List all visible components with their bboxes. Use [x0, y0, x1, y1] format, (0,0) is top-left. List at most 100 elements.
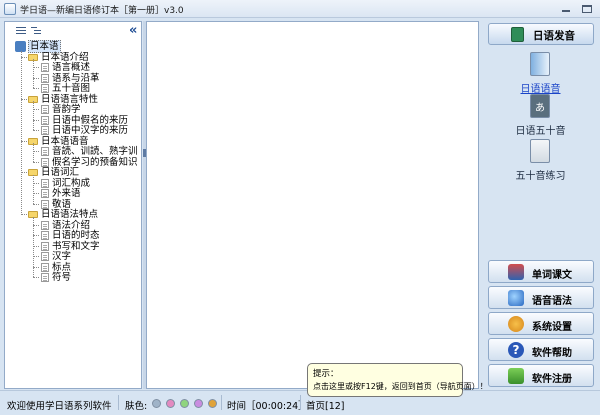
book-icon [511, 27, 524, 42]
system-settings-button[interactable]: 系统设置 [488, 312, 594, 335]
list-view-icon[interactable] [16, 26, 26, 35]
tree-item[interactable]: 日语的时态 [5, 230, 141, 241]
tree-connector [33, 101, 34, 130]
skin-color-swatch[interactable] [180, 399, 189, 408]
tree-item[interactable]: 敬语 [5, 199, 141, 210]
button-label: 语音语法 [532, 296, 572, 307]
tree-item-label: 日语中假名的来历 [52, 114, 129, 126]
document-icon [41, 157, 49, 167]
tree-item-label: 书写和文字 [52, 240, 100, 252]
tree-item[interactable]: 日语中假名的来历 [5, 115, 141, 126]
lesson-japanese-phonetics[interactable]: 日语语音 [485, 52, 596, 100]
tree-group[interactable]: 日语语法特点 [5, 209, 141, 220]
page-indicator[interactable]: 首页[12] [306, 398, 345, 412]
document-icon [41, 126, 49, 135]
tree-item[interactable]: 外来语 [5, 188, 141, 199]
app-icon [4, 3, 16, 15]
lesson-fifty-sounds-practice[interactable]: 五十音练习 [485, 139, 596, 187]
document-icon [41, 231, 49, 240]
tree-item-label: 日语的时态 [52, 230, 100, 241]
button-label: 单词课文 [532, 270, 572, 281]
software-register-button[interactable]: 软件注册 [488, 364, 594, 387]
title-bar: 学日语—新编日语修订本［第一册］v3.0 [0, 0, 600, 18]
document-icon [41, 220, 49, 230]
tree-connector [33, 216, 34, 277]
document-icon [41, 84, 49, 93]
checklist-icon [530, 139, 550, 163]
tree-connector [33, 88, 39, 89]
tree-item[interactable]: 书写和文字 [5, 241, 141, 252]
tree-connector [33, 59, 34, 88]
phonetics-grammar-button[interactable]: 语音语法 [488, 286, 594, 309]
tree-item[interactable]: 语系与沿革 [5, 73, 141, 84]
skin-color-swatch[interactable] [208, 399, 217, 408]
maximize-button[interactable] [577, 2, 597, 15]
pronunciation-section-header[interactable]: 日语发音 [488, 23, 594, 45]
tree-group-label: 日本语介绍 [41, 51, 89, 63]
tree-item-label: 语法介绍 [52, 219, 91, 231]
tree-group-label: 日语语法特点 [41, 209, 99, 220]
notebook-icon [530, 52, 550, 76]
tree-connector [33, 203, 39, 205]
document-icon [41, 147, 49, 156]
navigation-tree-panel: « 日本语 日本语介绍 语言概述 语系与沿革 五十音图 日语语言特性 音韵学 日语中假名的来历… [4, 21, 142, 389]
hint-body: 点击这里或按F12键，返回到首页（导航页面）！ [313, 382, 488, 391]
words-and-texts-button[interactable]: 单词课文 [488, 260, 594, 283]
tree-item-label: 外来语 [52, 188, 81, 199]
tree-group[interactable]: 日本语介绍 [5, 52, 141, 63]
skin-color-swatch[interactable] [166, 399, 175, 408]
document-icon [41, 199, 49, 209]
lesson-label: 五十音练习 [515, 171, 566, 182]
tree-group-label: 日语语言特性 [41, 93, 99, 105]
document-icon [41, 73, 49, 83]
collapse-panel-icon[interactable]: « [129, 23, 137, 38]
lesson-fifty-sounds[interactable]: 日语五十音 [485, 94, 596, 142]
function-panel: 日语发音 日语语音 日语五十音 五十音练习 单词课文 语音语法 系统设置 ? 软… [485, 21, 596, 389]
tree-item[interactable]: 假名学习的预备知识 [5, 157, 141, 168]
tree-group[interactable]: 日本语语音 [5, 136, 141, 147]
tree-group-label: 日语词汇 [41, 167, 80, 178]
tree-item-label: 标点 [52, 261, 72, 273]
document-icon [41, 273, 49, 282]
topic-tree: 日本语 日本语介绍 语言概述 语系与沿革 五十音图 日语语言特性 音韵学 日语中假名的来历 日语… [5, 40, 141, 386]
register-icon [508, 368, 524, 384]
tree-item[interactable]: 符号 [5, 272, 141, 283]
skin-color-label: 肤色: [125, 401, 148, 412]
tree-item-label: 词汇构成 [52, 177, 91, 189]
tree-item[interactable]: 音韵学 [5, 104, 141, 115]
software-help-button[interactable]: ? 软件帮助 [488, 338, 594, 361]
tree-item[interactable]: 五十音图 [5, 83, 141, 94]
tree-item[interactable]: 标点 [5, 262, 141, 273]
welcome-text: 欢迎使用学日语系列软件 [7, 401, 112, 412]
tree-root[interactable]: 日本语 [5, 40, 65, 53]
content-pane [146, 21, 479, 389]
tree-view-icon[interactable] [31, 26, 41, 35]
skin-color-swatch[interactable] [194, 399, 203, 408]
section-label: 日语发音 [533, 30, 575, 42]
minimize-button[interactable] [556, 2, 576, 15]
skin-color-swatch[interactable] [152, 399, 161, 408]
grammar-icon [508, 290, 524, 306]
tree-group[interactable]: 日语语言特性 [5, 94, 141, 105]
tree-item[interactable]: 语法介绍 [5, 220, 141, 231]
document-icon [41, 189, 49, 198]
tree-item[interactable]: 语言概述 [5, 62, 141, 73]
hint-title: 提示： [313, 369, 339, 379]
tree-item[interactable]: 音読、训読、熟字训 [5, 146, 141, 157]
tree-connector [33, 130, 39, 131]
button-label: 软件注册 [532, 374, 572, 385]
tree-item-label: 五十音图 [52, 83, 91, 94]
tree-group[interactable]: 日语词汇 [5, 167, 141, 178]
lesson-label: 日语语音 [520, 84, 561, 95]
tree-item[interactable]: 词汇构成 [5, 178, 141, 189]
tree-item[interactable]: 汉字 [5, 251, 141, 262]
tree-item-label: 语系与沿革 [52, 72, 100, 84]
tree-item[interactable]: 日语中汉字的来历 [5, 125, 141, 136]
books-icon [508, 264, 524, 280]
tree-connector [33, 143, 34, 162]
help-icon: ? [508, 342, 524, 358]
hint-tooltip: 提示： 点击这里或按F12键，返回到首页（导航页面）！ [307, 363, 488, 397]
status-divider [300, 395, 301, 410]
maximize-icon [582, 5, 592, 13]
tree-item-label: 日语中汉字的来历 [52, 125, 129, 136]
